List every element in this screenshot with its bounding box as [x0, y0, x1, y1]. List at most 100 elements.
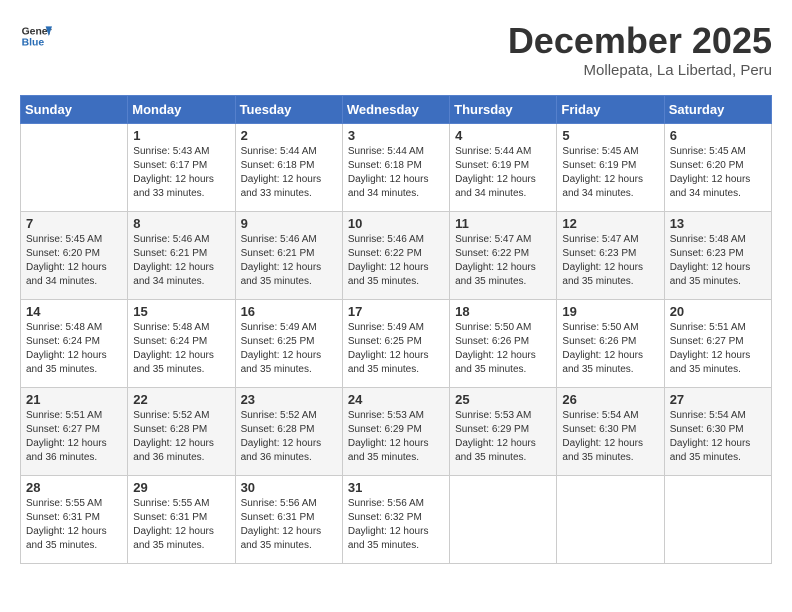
- day-info: Sunrise: 5:52 AM Sunset: 6:28 PM Dayligh…: [133, 409, 229, 465]
- day-info: Sunrise: 5:48 AM Sunset: 6:24 PM Dayligh…: [133, 321, 229, 377]
- day-number: 7: [26, 216, 122, 231]
- logo-icon: General Blue: [20, 20, 52, 52]
- weekday-header-tuesday: Tuesday: [235, 96, 342, 124]
- day-number: 22: [133, 392, 229, 407]
- day-number: 5: [562, 128, 658, 143]
- calendar-cell: [557, 476, 664, 564]
- day-number: 29: [133, 480, 229, 495]
- day-info: Sunrise: 5:49 AM Sunset: 6:25 PM Dayligh…: [241, 321, 337, 377]
- weekday-header-thursday: Thursday: [450, 96, 557, 124]
- calendar-cell: 28 Sunrise: 5:55 AM Sunset: 6:31 PM Dayli…: [21, 476, 128, 564]
- day-info: Sunrise: 5:44 AM Sunset: 6:18 PM Dayligh…: [241, 145, 337, 201]
- day-info: Sunrise: 5:48 AM Sunset: 6:24 PM Dayligh…: [26, 321, 122, 377]
- weekday-header-friday: Friday: [557, 96, 664, 124]
- week-row-4: 21 Sunrise: 5:51 AM Sunset: 6:27 PM Dayli…: [21, 388, 772, 476]
- day-number: 25: [455, 392, 551, 407]
- logo: General Blue: [20, 20, 52, 52]
- day-info: Sunrise: 5:50 AM Sunset: 6:26 PM Dayligh…: [455, 321, 551, 377]
- page-header: General Blue December 2025 Mollepata, La…: [20, 20, 772, 79]
- day-info: Sunrise: 5:46 AM Sunset: 6:21 PM Dayligh…: [133, 233, 229, 289]
- day-number: 1: [133, 128, 229, 143]
- calendar-cell: 17 Sunrise: 5:49 AM Sunset: 6:25 PM Dayli…: [342, 300, 449, 388]
- day-info: Sunrise: 5:55 AM Sunset: 6:31 PM Dayligh…: [26, 497, 122, 553]
- day-number: 3: [348, 128, 444, 143]
- calendar-cell: [21, 124, 128, 212]
- day-number: 19: [562, 304, 658, 319]
- day-number: 27: [670, 392, 766, 407]
- day-info: Sunrise: 5:45 AM Sunset: 6:20 PM Dayligh…: [670, 145, 766, 201]
- day-number: 21: [26, 392, 122, 407]
- calendar-cell: 7 Sunrise: 5:45 AM Sunset: 6:20 PM Daylig…: [21, 212, 128, 300]
- day-info: Sunrise: 5:45 AM Sunset: 6:20 PM Dayligh…: [26, 233, 122, 289]
- day-number: 15: [133, 304, 229, 319]
- calendar-cell: 15 Sunrise: 5:48 AM Sunset: 6:24 PM Dayli…: [128, 300, 235, 388]
- day-info: Sunrise: 5:54 AM Sunset: 6:30 PM Dayligh…: [670, 409, 766, 465]
- calendar-cell: 25 Sunrise: 5:53 AM Sunset: 6:29 PM Dayli…: [450, 388, 557, 476]
- day-info: Sunrise: 5:44 AM Sunset: 6:19 PM Dayligh…: [455, 145, 551, 201]
- day-info: Sunrise: 5:46 AM Sunset: 6:21 PM Dayligh…: [241, 233, 337, 289]
- day-info: Sunrise: 5:47 AM Sunset: 6:23 PM Dayligh…: [562, 233, 658, 289]
- day-number: 4: [455, 128, 551, 143]
- day-info: Sunrise: 5:46 AM Sunset: 6:22 PM Dayligh…: [348, 233, 444, 289]
- calendar-cell: 27 Sunrise: 5:54 AM Sunset: 6:30 PM Dayli…: [664, 388, 771, 476]
- weekday-header-row: SundayMondayTuesdayWednesdayThursdayFrid…: [21, 96, 772, 124]
- calendar-cell: 13 Sunrise: 5:48 AM Sunset: 6:23 PM Dayli…: [664, 212, 771, 300]
- calendar-cell: 30 Sunrise: 5:56 AM Sunset: 6:31 PM Dayli…: [235, 476, 342, 564]
- day-number: 2: [241, 128, 337, 143]
- calendar-cell: 16 Sunrise: 5:49 AM Sunset: 6:25 PM Dayli…: [235, 300, 342, 388]
- day-number: 11: [455, 216, 551, 231]
- calendar-cell: 3 Sunrise: 5:44 AM Sunset: 6:18 PM Daylig…: [342, 124, 449, 212]
- week-row-1: 1Sunrise: 5:43 AM Sunset: 6:17 PM Daylig…: [21, 124, 772, 212]
- calendar-cell: 23Sunrise: 5:52 AM Sunset: 6:28 PM Dayli…: [235, 388, 342, 476]
- calendar-table: SundayMondayTuesdayWednesdayThursdayFrid…: [20, 95, 772, 564]
- day-number: 16: [241, 304, 337, 319]
- week-row-5: 28 Sunrise: 5:55 AM Sunset: 6:31 PM Dayli…: [21, 476, 772, 564]
- day-info: Sunrise: 5:55 AM Sunset: 6:31 PM Dayligh…: [133, 497, 229, 553]
- day-number: 12: [562, 216, 658, 231]
- svg-text:Blue: Blue: [22, 38, 45, 49]
- day-number: 31: [348, 480, 444, 495]
- day-number: 17: [348, 304, 444, 319]
- calendar-cell: 6 Sunrise: 5:45 AM Sunset: 6:20 PM Daylig…: [664, 124, 771, 212]
- day-number: 30: [241, 480, 337, 495]
- day-info: Sunrise: 5:56 AM Sunset: 6:32 PM Dayligh…: [348, 497, 444, 553]
- day-info: Sunrise: 5:51 AM Sunset: 6:27 PM Dayligh…: [26, 409, 122, 465]
- month-title: December 2025: [508, 20, 772, 62]
- weekday-header-saturday: Saturday: [664, 96, 771, 124]
- day-number: 20: [670, 304, 766, 319]
- day-info: Sunrise: 5:45 AM Sunset: 6:19 PM Dayligh…: [562, 145, 658, 201]
- calendar-cell: 12 Sunrise: 5:47 AM Sunset: 6:23 PM Dayli…: [557, 212, 664, 300]
- calendar-cell: 10Sunrise: 5:46 AM Sunset: 6:22 PM Dayli…: [342, 212, 449, 300]
- location: Mollepata, La Libertad, Peru: [508, 62, 772, 79]
- calendar-cell: [664, 476, 771, 564]
- calendar-cell: 20 Sunrise: 5:51 AM Sunset: 6:27 PM Dayli…: [664, 300, 771, 388]
- day-number: 13: [670, 216, 766, 231]
- calendar-cell: 11 Sunrise: 5:47 AM Sunset: 6:22 PM Dayli…: [450, 212, 557, 300]
- day-info: Sunrise: 5:49 AM Sunset: 6:25 PM Dayligh…: [348, 321, 444, 377]
- day-info: Sunrise: 5:48 AM Sunset: 6:23 PM Dayligh…: [670, 233, 766, 289]
- day-info: Sunrise: 5:56 AM Sunset: 6:31 PM Dayligh…: [241, 497, 337, 553]
- day-number: 8: [133, 216, 229, 231]
- calendar-cell: 19 Sunrise: 5:50 AM Sunset: 6:26 PM Dayli…: [557, 300, 664, 388]
- day-number: 26: [562, 392, 658, 407]
- day-info: Sunrise: 5:44 AM Sunset: 6:18 PM Dayligh…: [348, 145, 444, 201]
- day-number: 28: [26, 480, 122, 495]
- calendar-cell: 29 Sunrise: 5:55 AM Sunset: 6:31 PM Dayli…: [128, 476, 235, 564]
- calendar-cell: 4 Sunrise: 5:44 AM Sunset: 6:19 PM Daylig…: [450, 124, 557, 212]
- day-number: 14: [26, 304, 122, 319]
- day-info: Sunrise: 5:47 AM Sunset: 6:22 PM Dayligh…: [455, 233, 551, 289]
- week-row-2: 7 Sunrise: 5:45 AM Sunset: 6:20 PM Daylig…: [21, 212, 772, 300]
- calendar-cell: 8 Sunrise: 5:46 AM Sunset: 6:21 PM Daylig…: [128, 212, 235, 300]
- title-block: December 2025 Mollepata, La Libertad, Pe…: [508, 20, 772, 79]
- day-info: Sunrise: 5:51 AM Sunset: 6:27 PM Dayligh…: [670, 321, 766, 377]
- day-info: Sunrise: 5:53 AM Sunset: 6:29 PM Dayligh…: [455, 409, 551, 465]
- weekday-header-monday: Monday: [128, 96, 235, 124]
- day-info: Sunrise: 5:53 AM Sunset: 6:29 PM Dayligh…: [348, 409, 444, 465]
- day-number: 6: [670, 128, 766, 143]
- calendar-cell: 22 Sunrise: 5:52 AM Sunset: 6:28 PM Dayli…: [128, 388, 235, 476]
- calendar-cell: 5 Sunrise: 5:45 AM Sunset: 6:19 PM Daylig…: [557, 124, 664, 212]
- calendar-cell: [450, 476, 557, 564]
- day-number: 24: [348, 392, 444, 407]
- calendar-cell: 24 Sunrise: 5:53 AM Sunset: 6:29 PM Dayli…: [342, 388, 449, 476]
- day-info: Sunrise: 5:50 AM Sunset: 6:26 PM Dayligh…: [562, 321, 658, 377]
